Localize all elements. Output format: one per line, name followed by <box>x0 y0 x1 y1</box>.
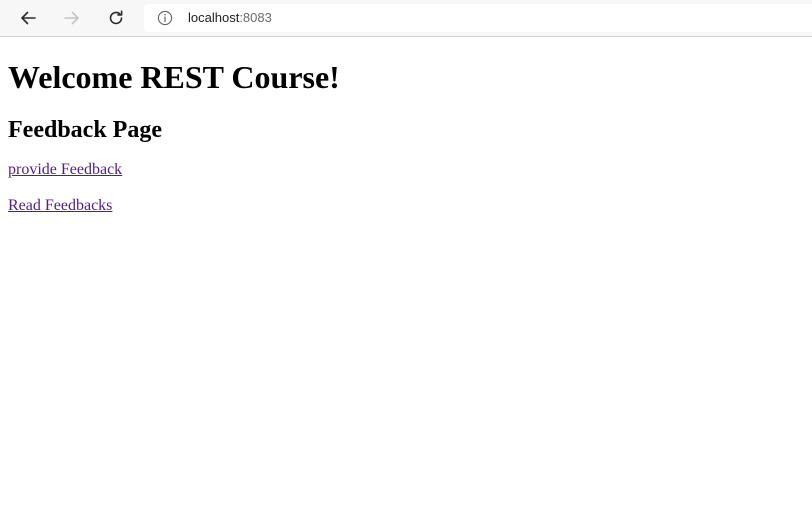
arrow-left-icon <box>21 11 36 25</box>
address-bar[interactable]: localhost:8083 <box>144 4 812 32</box>
page-content: Welcome REST Course! Feedback Page provi… <box>8 38 804 216</box>
page-subtitle: Feedback Page <box>8 117 162 143</box>
url-text[interactable]: localhost:8083 <box>188 10 272 26</box>
link-paragraph: provide Feedback <box>8 160 804 180</box>
reload-icon <box>109 10 123 25</box>
browser-toolbar: localhost:8083 <box>0 0 812 37</box>
provide-feedback-link[interactable]: provide Feedback <box>8 161 122 178</box>
forward-button[interactable] <box>57 4 87 32</box>
read-feedbacks-link[interactable]: Read Feedbacks <box>8 197 112 214</box>
back-button[interactable] <box>13 4 43 32</box>
reload-button[interactable] <box>101 4 131 32</box>
url-host: localhost <box>188 10 240 25</box>
page-title: Welcome REST Course! <box>8 59 340 95</box>
info-icon[interactable] <box>157 10 173 26</box>
url-port: :8083 <box>239 10 272 25</box>
arrow-right-icon <box>64 11 79 25</box>
link-paragraph: Read Feedbacks <box>8 196 804 216</box>
